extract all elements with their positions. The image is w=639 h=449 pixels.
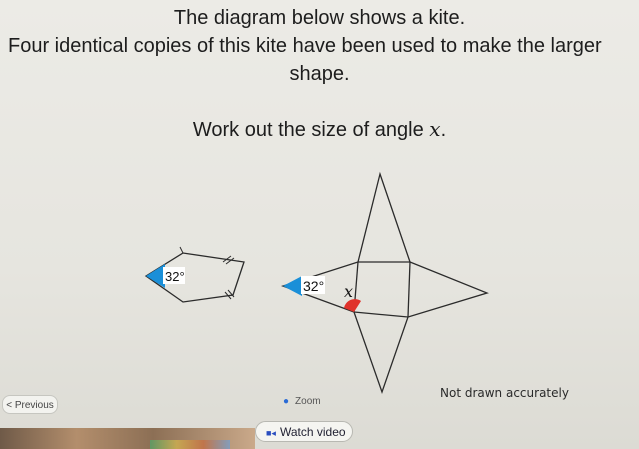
zoom-label: Zoom (295, 396, 321, 407)
search-icon: ● (283, 396, 290, 407)
compound-shape: 32° x (280, 171, 489, 394)
shape-angle-label: 32° (303, 278, 324, 294)
kite-tick-mark (179, 246, 184, 254)
watch-video-button[interactable]: ■◂ Watch video (255, 421, 353, 442)
zoom-button[interactable]: ● Zoom (283, 396, 321, 407)
kite-angle-label: 32° (165, 269, 185, 284)
single-kite: 32° (144, 246, 245, 303)
unknown-angle-label: x (344, 282, 353, 301)
previous-button[interactable]: < Previous (2, 395, 58, 414)
kite-angle-marker (146, 264, 165, 288)
not-drawn-accurately-note: Not drawn accurately (440, 386, 569, 400)
page: { "instructions": { "line1": "The diagra… (0, 0, 639, 449)
compound-inner-edge (353, 311, 409, 318)
unknown-angle-marker (344, 299, 361, 312)
watch-video-label: Watch video (279, 425, 346, 439)
compound-inner-edge (407, 261, 411, 318)
diagram: 32° 32° x (144, 171, 489, 394)
shape-angle-marker (283, 276, 302, 296)
bottom-colored-strip (150, 440, 230, 449)
video-icon: ■◂ (266, 428, 276, 438)
